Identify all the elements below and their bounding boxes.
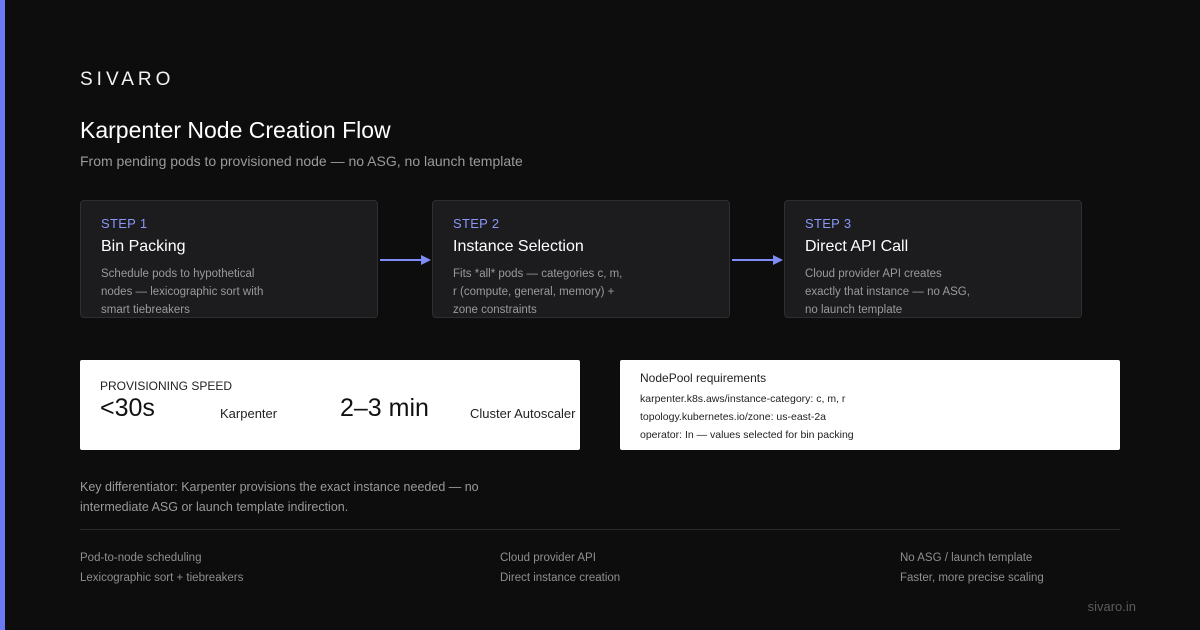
page-subtitle: From pending pods to provisioned node — …: [80, 153, 523, 169]
autoscaler-speed-value: 2–3 min: [340, 394, 429, 422]
footer-line: Pod-to-node scheduling: [80, 552, 202, 564]
footer-line: Faster, more precise scaling: [900, 572, 1044, 584]
nodepool-line: operator: In — values selected for bin p…: [640, 429, 854, 441]
key-differentiator: Key differentiator: Karpenter provisions…: [80, 480, 479, 514]
accent-bar: [0, 0, 5, 630]
step-name: Direct API Call: [805, 238, 909, 255]
site-domain: sivaro.in: [1087, 599, 1136, 614]
step-card-2: STEP 2 Instance Selection Fits *all* pod…: [432, 200, 730, 318]
provisioning-speed-card: PROVISIONING SPEED <30s Karpenter 2–3 mi…: [80, 360, 580, 450]
karpenter-speed-value: <30s: [100, 394, 155, 422]
karpenter-speed-label: Karpenter: [220, 406, 278, 421]
step-description: Cloud provider API creates exactly that …: [805, 268, 970, 316]
step-description: Fits *all* pods — categories c, m, r (co…: [453, 268, 623, 316]
brand-logo: SIVARO: [80, 69, 175, 90]
footer-line: No ASG / launch template: [900, 552, 1033, 564]
step-label: STEP 3: [805, 216, 852, 231]
step-card-1: STEP 1 Bin Packing Schedule pods to hypo…: [80, 200, 378, 318]
footer-line: Lexicographic sort + tiebreakers: [80, 572, 244, 584]
step-name: Instance Selection: [453, 238, 584, 255]
nodepool-requirements-card: NodePool requirements karpenter.k8s.aws/…: [620, 360, 1120, 450]
footer-line: Direct instance creation: [500, 572, 621, 584]
autoscaler-speed-label: Cluster Autoscaler: [470, 406, 576, 421]
nodepool-line: karpenter.k8s.aws/instance-category: c, …: [640, 393, 846, 405]
step-label: STEP 1: [101, 216, 148, 231]
arrow-step1-to-step2: [380, 255, 431, 265]
speed-heading: PROVISIONING SPEED: [100, 379, 233, 393]
step-card-3: STEP 3 Direct API Call Cloud provider AP…: [784, 200, 1082, 318]
divider: [80, 529, 1120, 530]
footer-line: Cloud provider API: [500, 552, 596, 564]
arrow-step2-to-step3: [732, 255, 783, 265]
footer-item-no-asg: No ASG / launch template Faster, more pr…: [900, 548, 1044, 588]
nodepool-line: topology.kubernetes.io/zone: us-east-2a: [640, 411, 827, 423]
nodepool-heading: NodePool requirements: [640, 371, 767, 385]
step-label: STEP 2: [453, 216, 500, 231]
page-title: Karpenter Node Creation Flow: [80, 117, 391, 143]
footer-item-scheduling: Pod-to-node scheduling Lexicographic sor…: [80, 548, 243, 588]
footer-item-cloud-api: Cloud provider API Direct instance creat…: [500, 548, 620, 588]
step-description: Schedule pods to hypothetical nodes — le…: [101, 268, 264, 316]
step-name: Bin Packing: [101, 238, 186, 255]
